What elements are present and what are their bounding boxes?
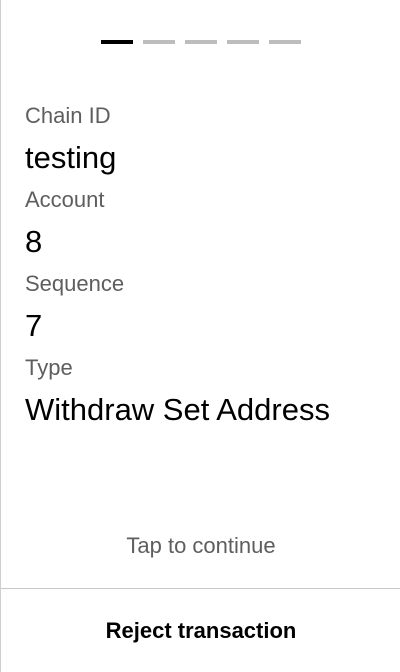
- tap-to-continue-hint: Tap to continue: [126, 533, 276, 558]
- transaction-details: Chain ID testing Account 8 Sequence 7 Ty…: [25, 102, 384, 438]
- field-label: Sequence: [25, 271, 125, 296]
- field-label: Account: [25, 187, 105, 212]
- field-value: Withdraw Set Address: [25, 392, 330, 427]
- page-dash-4: [227, 40, 259, 44]
- field-sequence: Sequence 7: [25, 270, 384, 354]
- page-dash-3: [185, 40, 217, 44]
- field-label: Type: [25, 355, 73, 380]
- reject-transaction-button[interactable]: Reject transaction: [1, 589, 400, 672]
- review-screen[interactable]: Chain ID testing Account 8 Sequence 7 Ty…: [0, 0, 400, 672]
- page-dash-5: [269, 40, 301, 44]
- page-dash-1: [101, 40, 133, 44]
- page-dash-2: [143, 40, 175, 44]
- field-value: 7: [25, 308, 43, 343]
- field-type: Type Withdraw Set Address: [25, 354, 384, 438]
- field-value: testing: [25, 140, 117, 175]
- field-value: 8: [25, 224, 43, 259]
- field-chain-id: Chain ID testing: [25, 102, 384, 186]
- field-label: Chain ID: [25, 103, 111, 128]
- page-indicator: [101, 40, 301, 44]
- field-account: Account 8: [25, 186, 384, 270]
